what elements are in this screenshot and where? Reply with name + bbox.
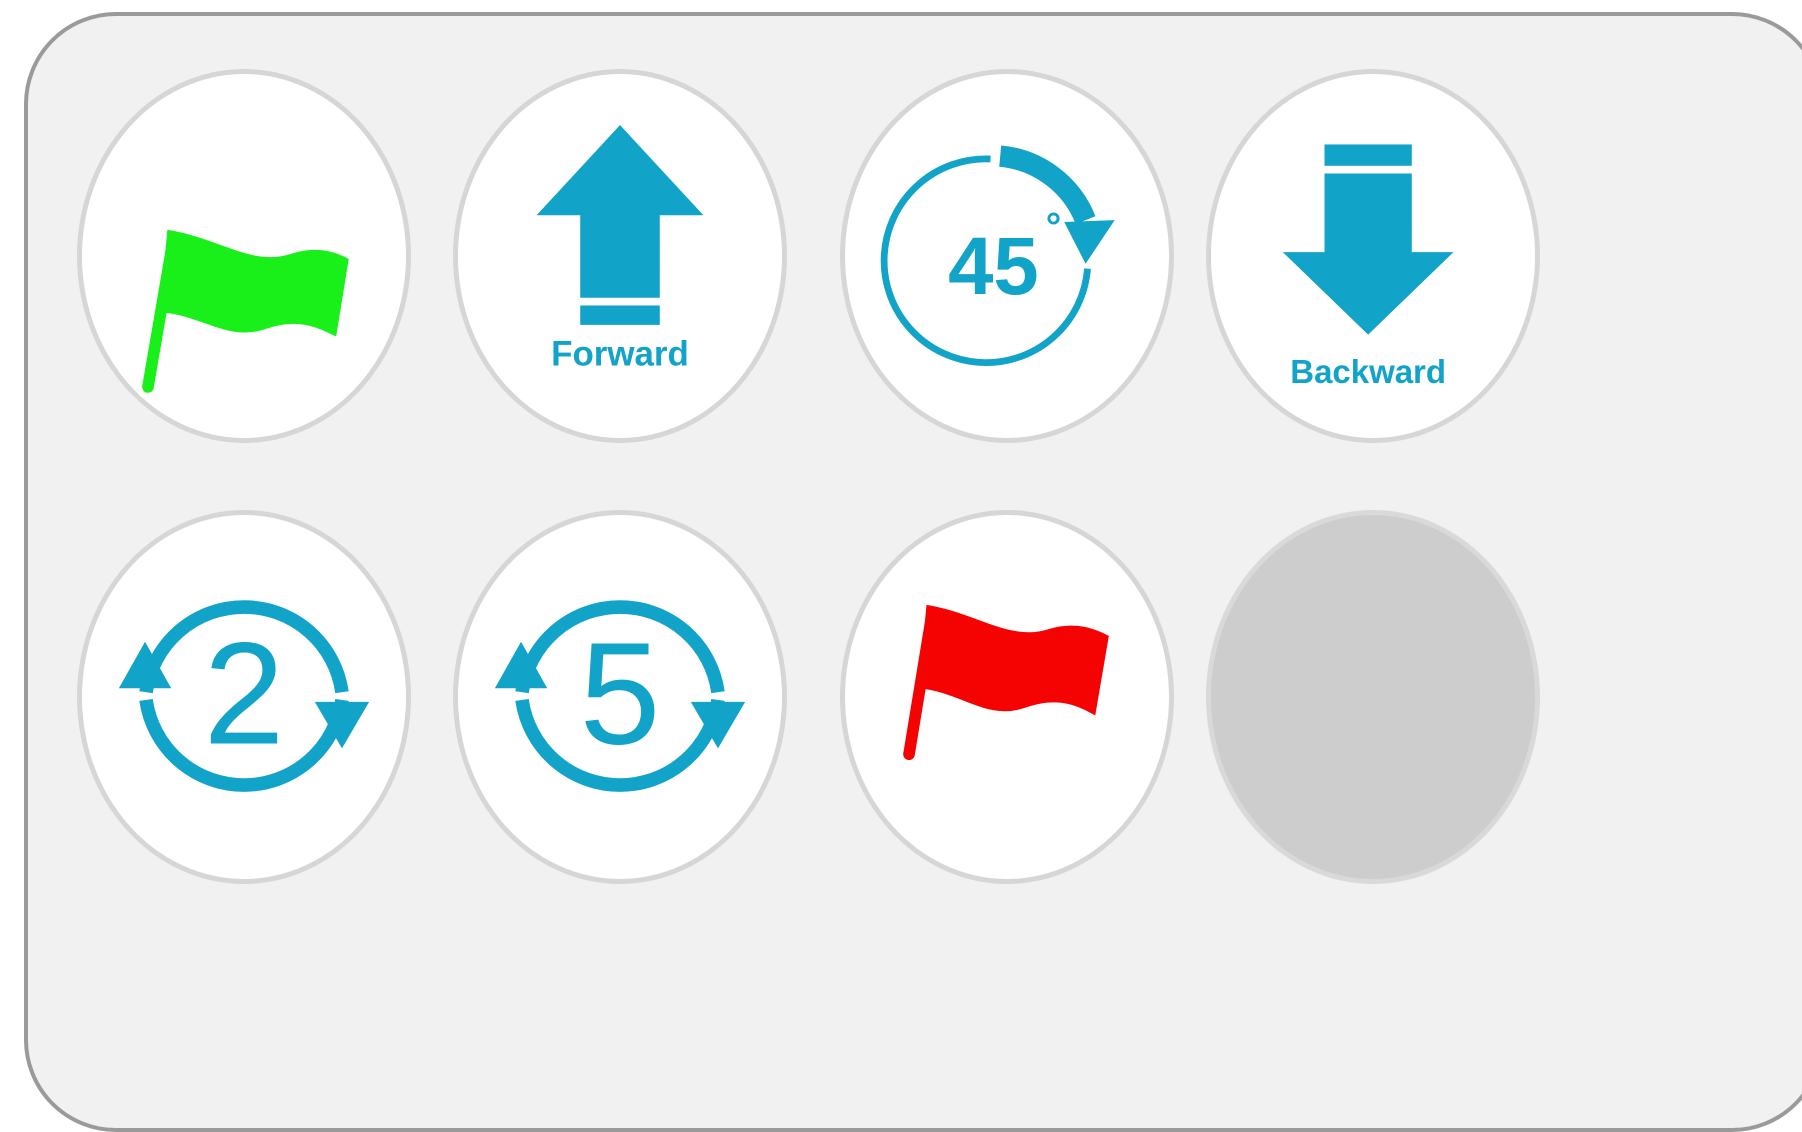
turn-degrees-label: 45 [948,221,1039,312]
repeat-count-label: 2 [204,612,285,775]
red-flag-icon [903,604,1109,761]
red-flag-block[interactable] [840,510,1174,884]
empty-slot[interactable] [1206,510,1540,884]
arrow-down-icon: Backward [1282,144,1454,390]
forward-label: Forward [551,335,689,374]
arrow-up-icon: Forward [536,125,704,374]
green-flag-icon [142,229,349,393]
degree-sign: ° [1046,206,1062,249]
rotate-clockwise-icon: 45 ° [880,145,1115,366]
turn-45-block[interactable]: 45 ° [840,69,1174,443]
green-flag-block[interactable] [77,69,411,443]
repeat-icon: 5 [494,600,746,792]
repeat-5-block[interactable]: 5 [453,510,787,884]
repeat-count-label: 5 [580,612,661,775]
block-palette: Forward 45 ° Backward 2 5 [24,12,1802,1132]
backward-block[interactable]: Backward [1206,69,1540,443]
backward-label: Backward [1290,353,1446,390]
repeat-2-block[interactable]: 2 [77,510,411,884]
repeat-icon: 2 [118,600,370,792]
forward-block[interactable]: Forward [453,69,787,443]
